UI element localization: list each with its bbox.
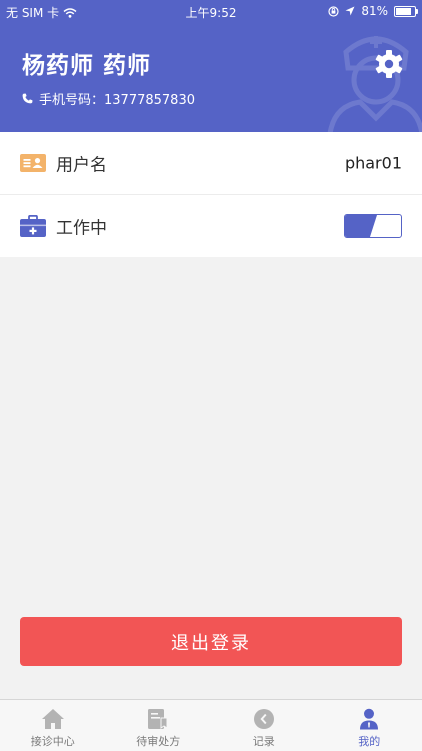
tab-mine[interactable]: 我的: [317, 700, 422, 751]
user-name-title: 杨药师 药师: [22, 46, 151, 80]
tab-records[interactable]: 记录: [211, 700, 317, 751]
rotation-lock-icon: [328, 6, 339, 17]
phone-icon: [22, 93, 33, 104]
tab-label: 我的: [358, 733, 380, 749]
tab-label: 接诊中心: [31, 733, 75, 749]
tab-label: 待审处方: [136, 733, 180, 749]
profile-icon: [357, 708, 381, 730]
battery-percent: 81%: [361, 4, 388, 18]
working-status-row: 工作中: [0, 194, 422, 257]
profile-header: 无 SIM 卡 上午9:52 81% 杨药师 药: [0, 0, 422, 132]
logout-button[interactable]: 退出登录: [20, 617, 402, 666]
tab-reception-center[interactable]: 接诊中心: [0, 700, 106, 751]
battery-icon: [394, 6, 416, 17]
medical-kit-icon: [20, 215, 46, 237]
tab-pending-prescriptions[interactable]: 待审处方: [106, 700, 212, 751]
settings-gear-icon[interactable]: [374, 49, 404, 79]
toggle-fill: [345, 215, 377, 237]
id-card-icon: [20, 154, 46, 172]
pharmacist-avatar-watermark-icon: [324, 22, 422, 132]
status-bar: 无 SIM 卡 上午9:52 81%: [0, 0, 422, 22]
working-status-toggle[interactable]: [344, 214, 402, 238]
tab-label: 记录: [253, 733, 275, 749]
working-status-label: 工作中: [56, 214, 107, 239]
home-icon: [41, 708, 65, 730]
profile-info-list: 用户名 phar01 工作中: [0, 132, 422, 257]
location-icon: [345, 6, 355, 16]
phone-label: 手机号码：: [39, 93, 104, 108]
bottom-tab-bar: 接诊中心 待审处方 记录 我的: [0, 699, 422, 751]
phone-row: 手机号码：13777857830: [22, 89, 195, 108]
username-label: 用户名: [56, 151, 107, 176]
phone-number: 13777857830: [104, 93, 195, 108]
record-icon: [252, 708, 276, 730]
username-row: 用户名 phar01: [0, 132, 422, 194]
username-value: phar01: [345, 154, 402, 173]
prescription-icon: [146, 708, 170, 730]
